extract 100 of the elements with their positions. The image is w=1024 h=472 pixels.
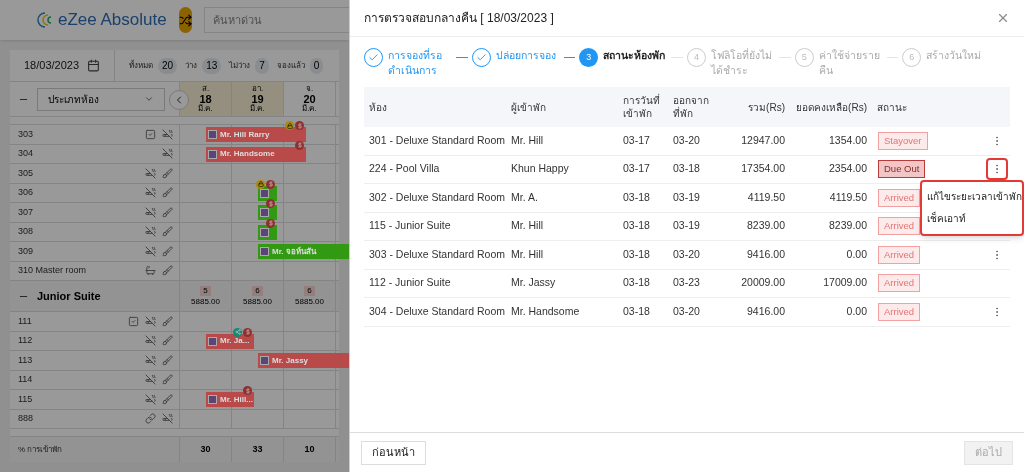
guest-name: Mr. Hill Rarry	[220, 128, 270, 141]
brush-icon	[162, 374, 173, 386]
back-button[interactable]: ก่อนหน้า	[361, 440, 426, 465]
bath-icon	[145, 265, 156, 277]
count-badge: 20	[158, 57, 178, 74]
calendar-icon[interactable]	[87, 59, 100, 72]
step-label: สร้างวันใหม่	[926, 48, 983, 63]
table-cell-text: 03-20	[672, 132, 701, 148]
column-header: ห้อง	[368, 100, 388, 114]
table-cell-text: 8239.00	[828, 218, 868, 234]
room-number: 306	[18, 186, 34, 199]
booking-icon	[208, 130, 217, 139]
table-cell-text: 03-23	[672, 275, 701, 291]
column-header: ยอดคงเหลือ(Rs)	[795, 100, 868, 114]
table-cell-text: 03-17	[622, 161, 651, 177]
table-cell-text: Mr. Hill	[510, 246, 545, 262]
link-icon	[145, 413, 156, 425]
availability-count: 6	[304, 285, 315, 296]
table-cell-text: 12947.00	[740, 132, 786, 148]
menu-item[interactable]: เช็คเอาท์	[922, 208, 1022, 230]
brush-icon	[162, 354, 173, 366]
brush-icon	[162, 226, 173, 238]
room-rate: 5885.00	[191, 296, 220, 307]
shuffle-icon	[178, 13, 192, 27]
booking-bar[interactable]: Mr. Jassy	[258, 353, 349, 368]
room-number: 310 Master room	[18, 264, 87, 277]
count-badge: 7	[255, 57, 269, 74]
room-type-dropdown[interactable]: ประเภทห้อง	[37, 87, 165, 111]
count-badge: 13	[202, 57, 222, 74]
menu-item[interactable]: แก้ไขระยะเวลาเข้าพัก	[922, 186, 1022, 208]
status-badge: Arrived	[878, 302, 921, 321]
chevron-down-icon	[144, 94, 154, 104]
booking-bar[interactable]	[258, 205, 278, 220]
brush-icon	[162, 187, 173, 199]
table-cell-text: 2354.00	[828, 161, 868, 177]
column-header: การวันที่เข้าพัก	[622, 94, 661, 120]
table-cell-text: 224 - Pool Villa	[368, 161, 441, 177]
no-smoking-icon	[145, 315, 156, 327]
room-number: 112	[18, 334, 33, 347]
day-number: 20	[303, 94, 316, 104]
booking-bar[interactable]: Mr. Hill...	[206, 392, 254, 407]
column-header: รวม(Rs)	[747, 100, 786, 114]
group-name: Junior Suite	[37, 288, 101, 304]
no-smoking-icon	[145, 167, 156, 179]
day-number: 19	[251, 94, 264, 104]
table-cell-text: 03-18	[622, 246, 651, 262]
availability-count: 5	[200, 285, 211, 296]
table-cell-text: 03-18	[622, 303, 651, 319]
room-number: 888	[18, 412, 34, 425]
date-text: 18/03/2023	[24, 58, 80, 74]
dialog-title: การตรวจสอบกลางคืน [ 18/03/2023 ]	[364, 10, 554, 27]
table-cell-text: Mr. Jassy	[510, 275, 557, 291]
room-number: 309	[18, 244, 34, 258]
table-cell-text: 17009.00	[822, 275, 868, 291]
availability-count: 6	[252, 285, 263, 296]
status-badge: Arrived	[878, 245, 921, 264]
no-smoking-icon	[145, 374, 156, 386]
month-text: มี.ค.	[302, 104, 317, 114]
table-cell-text: 03-18	[672, 161, 701, 177]
status-badge: Stayover	[878, 131, 928, 150]
no-smoking-icon	[145, 187, 156, 199]
booking-bar[interactable]	[258, 224, 278, 240]
status-badge: Arrived	[878, 188, 921, 207]
booking-icon	[208, 395, 217, 404]
booking-bar[interactable]: Mr. Handsome	[206, 146, 306, 162]
table-cell-text: 4119.50	[828, 189, 868, 205]
occupancy-value: 10	[304, 442, 315, 456]
count-badge: 0	[309, 57, 324, 74]
table-cell-text: 112 - Junior Suite	[368, 275, 452, 291]
search-field[interactable]: ค้นหาด่วน	[203, 7, 349, 33]
status-badge: Arrived	[878, 217, 921, 236]
table-cell-text: 03-19	[672, 218, 701, 234]
booking-bar[interactable]: Mr. Ja...	[206, 333, 254, 349]
app-title: eZee Absolute	[58, 9, 167, 32]
table-cell-text: 0.00	[845, 246, 868, 262]
table-cell-text: 115 - Junior Suite	[368, 218, 452, 234]
room-number: 114	[18, 373, 33, 386]
lock-badge-icon	[285, 121, 294, 130]
guest-name: Mr. Hill...	[220, 393, 253, 406]
close-icon[interactable]	[996, 11, 1010, 25]
table-cell-text: 17354.00	[740, 161, 786, 177]
table-cell-text: 9416.00	[746, 246, 786, 262]
check-icon	[475, 52, 487, 63]
booking-bar[interactable]: Mr. จอห์นสัน	[258, 244, 349, 259]
no-smoking-icon	[162, 413, 173, 425]
previous-days-button[interactable]	[169, 90, 189, 110]
room-number: 305	[18, 166, 34, 180]
table-cell-text: 9416.00	[746, 303, 786, 319]
brush-icon	[162, 245, 173, 257]
booking-bar[interactable]: Mr. Hill Rarry	[206, 127, 306, 142]
table-cell-text: 8239.00	[746, 218, 786, 234]
month-text: มี.ค.	[198, 104, 213, 114]
table-cell-text: 1354.00	[828, 132, 868, 148]
count-label: ไม่ว่าง	[229, 59, 251, 72]
share-badge-icon	[233, 327, 242, 337]
table-cell-text: 303 - Deluxe Standard Room	[368, 246, 506, 262]
table-cell-text: 304 - Deluxe Standard Room	[368, 303, 506, 319]
room-number: 304	[18, 147, 34, 160]
shuffle-button[interactable]	[178, 7, 192, 33]
occupancy-value: 33	[252, 442, 263, 456]
